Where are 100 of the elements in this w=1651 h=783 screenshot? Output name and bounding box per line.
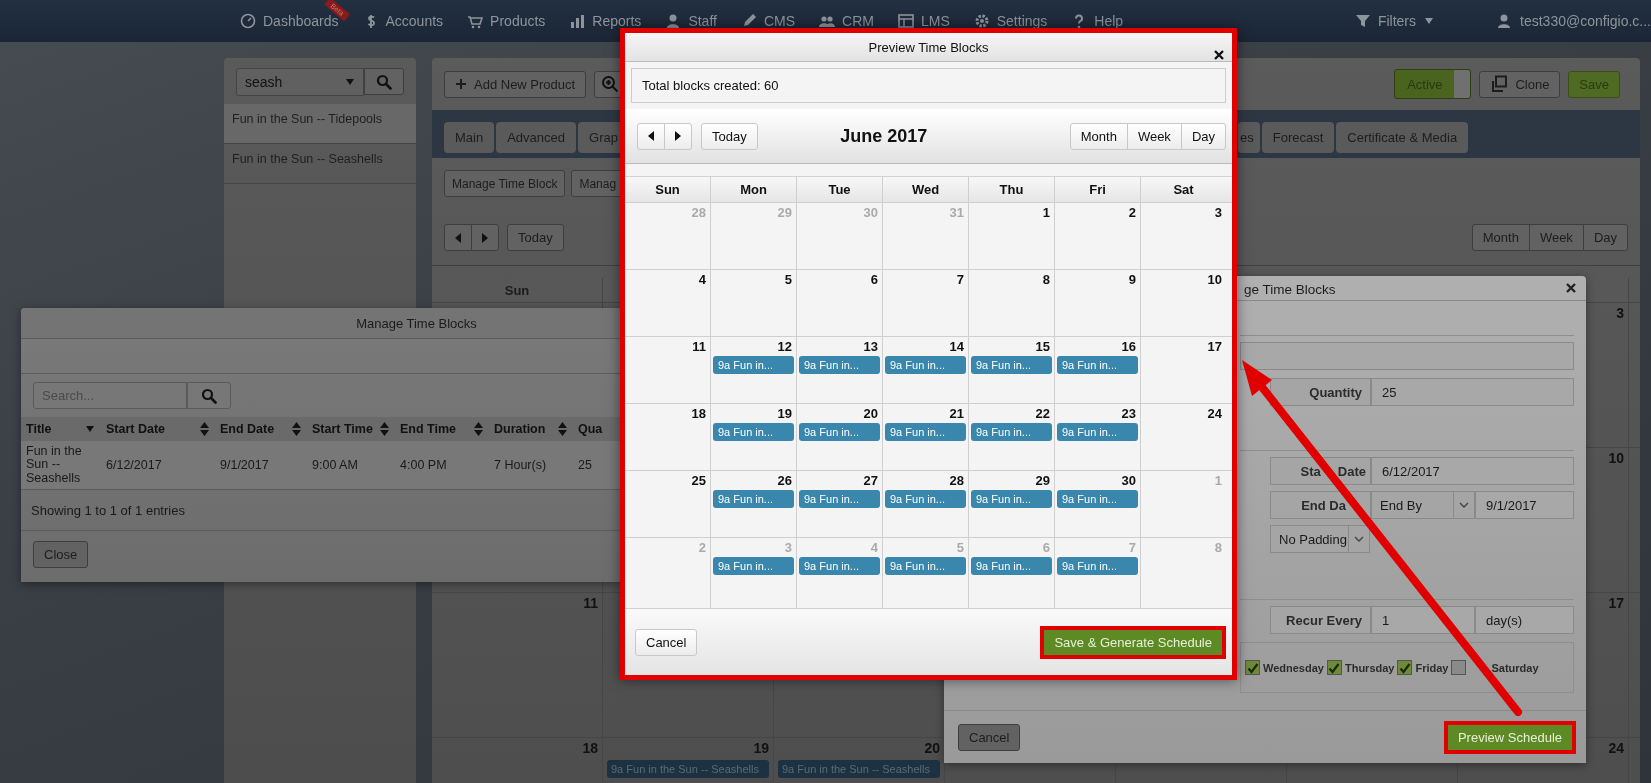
weekday-label: Tue	[828, 182, 851, 197]
people-icon	[819, 13, 836, 29]
view-button[interactable]: Day	[1582, 224, 1628, 251]
today-button[interactable]: Today	[701, 122, 758, 150]
calendar-event[interactable]: 9a Fun in...	[713, 490, 794, 508]
checkbox[interactable]	[1397, 660, 1413, 675]
search-button[interactable]	[187, 382, 231, 409]
filters-menu[interactable]: Filters	[1355, 13, 1435, 29]
calendar-event[interactable]: 9a Fun in...	[799, 490, 880, 508]
add-product-button[interactable]: Add New Product	[444, 70, 587, 98]
tab[interactable]: Certificate & Media	[1336, 122, 1469, 153]
preview-schedule-button[interactable]: Preview Schedule	[1443, 720, 1576, 754]
tab[interactable]: Main	[444, 122, 495, 153]
day-number: 8	[1041, 272, 1051, 287]
cancel-button[interactable]: Cancel	[958, 723, 1021, 751]
search-select[interactable]: seash	[236, 68, 364, 96]
calendar-event[interactable]: 9a Fun in...	[1057, 356, 1138, 374]
nav-item[interactable]: Accounts	[362, 13, 444, 29]
day-number: 3	[1615, 305, 1624, 321]
day-number: 2	[697, 540, 707, 555]
calendar-event[interactable]: 9a Fun in...	[799, 356, 880, 374]
calendar-event[interactable]: 9a Fun in...	[1057, 490, 1138, 508]
view-button[interactable]: Month	[1069, 122, 1128, 150]
tab[interactable]: Advanced	[496, 122, 576, 153]
calendar-event[interactable]: 9a Fun in...	[1057, 423, 1138, 441]
day-number: 26	[776, 473, 793, 488]
save-generate-button[interactable]: Save & Generate Schedule	[1040, 625, 1226, 659]
text-field[interactable]	[1240, 342, 1574, 370]
day-number: 4	[697, 272, 707, 287]
calendar-event[interactable]: 9a Fun in...	[713, 423, 794, 441]
checkbox[interactable]	[1245, 660, 1260, 675]
nav-item[interactable]: Help	[1071, 13, 1124, 29]
calendar-event[interactable]: 9a Fun in the Sun -- Seashells	[607, 760, 769, 778]
column-header[interactable]: Duration	[489, 417, 573, 441]
weekday-label: Fri	[1089, 182, 1106, 197]
day-number: 18	[690, 406, 707, 421]
calendar-event[interactable]: 9a Fun in...	[885, 490, 966, 508]
view-button[interactable]: Week	[1126, 122, 1182, 150]
day-number: 1	[1213, 473, 1223, 488]
column-header[interactable]: End Date	[215, 417, 307, 441]
person-icon	[1496, 13, 1513, 29]
cancel-button[interactable]: Cancel	[635, 628, 698, 656]
nav-item[interactable]: CMS	[740, 13, 796, 29]
calendar-event[interactable]: 9a Fun in...	[713, 557, 794, 575]
column-header[interactable]: End Time	[395, 417, 489, 441]
left-triangle-icon	[648, 131, 654, 141]
padding-select[interactable]: No Padding	[1270, 525, 1370, 553]
day-number: 21	[948, 406, 965, 421]
calendar-event[interactable]: 9a Fun in...	[971, 490, 1052, 508]
day-number: 7	[955, 272, 965, 287]
column-header[interactable]: Start Time	[307, 417, 395, 441]
date-field[interactable]: 6/12/2017	[1371, 457, 1574, 485]
calendar-event[interactable]: 9a Fun in...	[971, 356, 1052, 374]
view-button[interactable]: Month	[1471, 224, 1530, 251]
user-menu[interactable]: test330@configio.c...	[1496, 13, 1651, 29]
nav-item[interactable]: Products	[467, 13, 546, 29]
checkbox-label: Thursday	[1344, 661, 1395, 674]
text-field[interactable]: 25	[1371, 378, 1574, 406]
close-button[interactable]: Close	[33, 541, 89, 568]
table-cell-text: 6/12/2017	[105, 458, 163, 472]
search-button[interactable]	[364, 68, 404, 95]
weekday-label: Mon	[740, 182, 767, 197]
nav-item[interactable]: Reports	[569, 13, 642, 29]
day-number: 29	[776, 205, 793, 220]
day-number: 19	[752, 740, 769, 756]
column-header[interactable]: Qua	[573, 417, 618, 441]
day-number: 5	[955, 540, 965, 555]
calendar-event[interactable]: 9a Fun in...	[713, 356, 794, 374]
person-icon	[665, 13, 682, 29]
today-button[interactable]: Today	[507, 224, 564, 251]
calendar-event[interactable]: 9a Fun in...	[885, 423, 966, 441]
nav-item[interactable]: CRM	[819, 13, 874, 29]
calendar-event[interactable]: 9a Fun in...	[885, 557, 966, 575]
checkbox[interactable]	[1451, 660, 1467, 675]
calendar-event[interactable]: 9a Fun in...	[971, 557, 1052, 575]
end-mode-select[interactable]: End By	[1371, 491, 1475, 519]
filter-icon	[1355, 14, 1370, 28]
product-list-item[interactable]: Fun in the Sun -- Tidepools	[224, 104, 416, 144]
number-field[interactable]: 1	[1371, 606, 1475, 634]
calendar-event[interactable]: 9a Fun in the Sun -- Seashells	[778, 760, 940, 778]
clone-button[interactable]: Clone	[1479, 70, 1561, 98]
calendar-event[interactable]: 9a Fun in...	[971, 423, 1052, 441]
day-number: 18	[581, 740, 598, 756]
view-button[interactable]: Day	[1180, 122, 1226, 150]
nav-item[interactable]: Settings	[973, 13, 1048, 29]
nav-item[interactable]: Staff	[665, 13, 717, 29]
date-field[interactable]: 9/1/2017	[1475, 491, 1574, 519]
time-block-button[interactable]: Manage Time Block	[444, 170, 566, 197]
view-button[interactable]: Week	[1528, 224, 1584, 251]
checkbox[interactable]	[1326, 660, 1342, 675]
tab[interactable]: es	[1238, 122, 1260, 153]
column-header[interactable]: Title	[21, 417, 101, 441]
tab[interactable]: Forecast	[1261, 122, 1335, 153]
day-number: 1	[1041, 205, 1051, 220]
column-header[interactable]: Start Date	[101, 417, 215, 441]
calendar-event[interactable]: 9a Fun in...	[799, 423, 880, 441]
calendar-event[interactable]: 9a Fun in...	[799, 557, 880, 575]
calendar-event[interactable]: 9a Fun in...	[885, 356, 966, 374]
nav-item[interactable]: LMS	[897, 13, 950, 29]
calendar-event[interactable]: 9a Fun in...	[1057, 557, 1138, 575]
